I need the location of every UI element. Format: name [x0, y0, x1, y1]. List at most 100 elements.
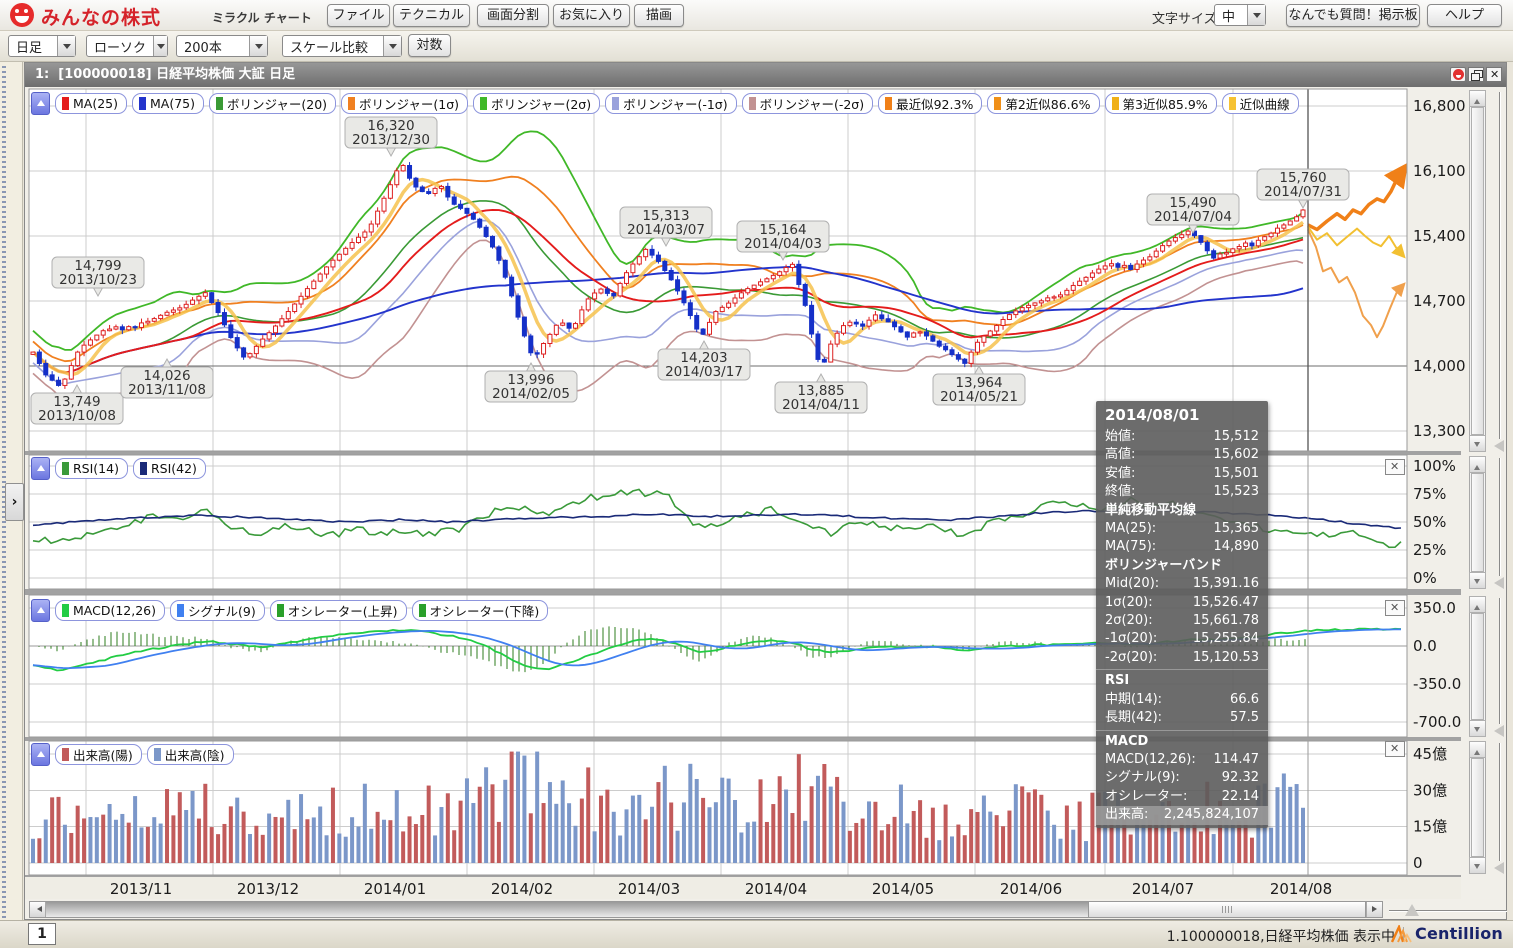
- scroll-up-icon[interactable]: [1469, 90, 1486, 107]
- indicator-chip[interactable]: RSI(14): [55, 458, 128, 479]
- scroll-down-icon[interactable]: [1469, 857, 1486, 874]
- minna-icon[interactable]: [1450, 67, 1466, 82]
- legend-label: オシレーター(下降): [430, 601, 540, 620]
- legend-label: 出来高(陽): [73, 745, 133, 764]
- svg-text:16,800: 16,800: [1413, 97, 1466, 115]
- indicator-chip[interactable]: 最近似92.3%: [878, 93, 982, 114]
- period-select[interactable]: 日足: [8, 35, 76, 57]
- volume-vertical-scrollbar[interactable]: [1469, 741, 1486, 874]
- close-rsi-panel-icon[interactable]: [1385, 459, 1405, 475]
- chart-window: 1: [100000018] 日経平均株価 大証 日足 14,7992013/1…: [24, 62, 1507, 920]
- bar-count-select[interactable]: 200本: [176, 35, 268, 57]
- crosshair-tooltip: 2014/08/01 始値:15,512高値:15,602安値:15,501終値…: [1096, 401, 1268, 828]
- chevron-down-icon[interactable]: [153, 36, 167, 56]
- collapse-panel-icon[interactable]: [31, 743, 50, 766]
- rsi-vertical-scrollbar[interactable]: [1469, 456, 1486, 589]
- close-macd-panel-icon[interactable]: [1385, 600, 1405, 616]
- scroll-down-icon[interactable]: [1469, 572, 1486, 589]
- scrollbar-thumb[interactable]: [1471, 107, 1484, 435]
- collapse-panel-icon[interactable]: [31, 457, 50, 480]
- scrollbar-thumb[interactable]: [1471, 473, 1484, 572]
- close-window-icon[interactable]: [1486, 67, 1502, 82]
- indicator-chip[interactable]: MA(75): [132, 93, 204, 114]
- tooltip-row: 長期(42):57.5: [1096, 709, 1268, 727]
- tooltip-row: オシレーター:22.14: [1096, 788, 1268, 806]
- indicator-chip[interactable]: RSI(42): [133, 458, 206, 479]
- menu-split-button[interactable]: 画面分割: [477, 4, 549, 27]
- svg-text:30億: 30億: [1413, 781, 1447, 799]
- svg-text:2014/08: 2014/08: [1270, 880, 1332, 898]
- menu-favorites-button[interactable]: お気に入り: [553, 4, 630, 27]
- legend-color-icon: [1229, 97, 1236, 110]
- svg-text:2014/03/07: 2014/03/07: [627, 222, 705, 238]
- log-scale-button[interactable]: 対数: [408, 34, 451, 57]
- scroll-down-icon[interactable]: [1469, 720, 1486, 737]
- main-scale-slider[interactable]: [1493, 90, 1507, 452]
- indicator-chip[interactable]: 第2近似86.6%: [987, 93, 1099, 114]
- scroll-left-icon[interactable]: [30, 902, 46, 917]
- scrollbar-thumb[interactable]: [1471, 613, 1484, 720]
- indicator-chip[interactable]: MA(25): [55, 93, 127, 114]
- menu-file-button[interactable]: ファイル: [327, 4, 390, 27]
- menu-technical-button[interactable]: テクニカル: [393, 4, 470, 27]
- collapse-panel-icon[interactable]: [31, 599, 50, 622]
- macd-scale-slider[interactable]: [1493, 596, 1507, 737]
- main-vertical-scrollbar[interactable]: [1469, 90, 1486, 452]
- indicator-chip[interactable]: ボリンジャー(1σ): [341, 93, 468, 114]
- legend-label: 出来高(陰): [165, 745, 225, 764]
- scrollbar-thumb[interactable]: [1471, 758, 1484, 857]
- chevron-down-icon[interactable]: [57, 36, 75, 56]
- zoom-slider-handle[interactable]: [1405, 904, 1419, 916]
- panel-expander-button[interactable]: ›: [5, 483, 24, 521]
- collapse-panel-icon[interactable]: [31, 92, 50, 115]
- rsi-scale-slider[interactable]: [1493, 456, 1507, 589]
- chevron-down-icon[interactable]: [1247, 5, 1265, 25]
- legend-label: ボリンジャー(2σ): [491, 94, 591, 113]
- qa-board-button[interactable]: なんでも質問！掲示板: [1286, 4, 1420, 27]
- restore-window-icon[interactable]: [1468, 67, 1484, 82]
- indicator-chip[interactable]: ボリンジャー(-2σ): [742, 93, 874, 114]
- scroll-up-icon[interactable]: [1469, 741, 1486, 758]
- help-button[interactable]: ヘルプ: [1427, 4, 1502, 27]
- volume-scale-slider[interactable]: [1493, 741, 1507, 874]
- scrollbar-track[interactable]: [46, 902, 1088, 917]
- svg-text:2014/03/17: 2014/03/17: [665, 364, 743, 380]
- zoom-slider[interactable]: [1389, 903, 1507, 917]
- indicator-chip[interactable]: ボリンジャー(-1σ): [605, 93, 737, 114]
- scale-compare-select[interactable]: スケール比較: [282, 35, 402, 57]
- font-size-select[interactable]: 中: [1214, 4, 1266, 26]
- indicator-chip[interactable]: 近似曲線: [1222, 93, 1299, 114]
- scroll-right-icon[interactable]: [1366, 902, 1382, 917]
- chart-type-select[interactable]: ローソク: [86, 35, 168, 57]
- indicator-chip[interactable]: 出来高(陽): [55, 744, 142, 765]
- legend-color-icon: [994, 97, 1001, 110]
- chevron-down-icon[interactable]: [249, 36, 267, 56]
- svg-text:2013/10/08: 2013/10/08: [38, 408, 116, 424]
- svg-text:2014/07/04: 2014/07/04: [1154, 209, 1232, 225]
- horizontal-scrollbar[interactable]: [29, 901, 1383, 918]
- scroll-down-icon[interactable]: [1469, 435, 1486, 452]
- svg-text:2014/03: 2014/03: [618, 880, 680, 898]
- close-volume-panel-icon[interactable]: [1385, 741, 1405, 757]
- menu-draw-button[interactable]: 描画: [634, 4, 684, 27]
- tooltip-row: 2σ(20):15,661.78: [1096, 612, 1268, 630]
- indicator-chip[interactable]: 第3近似85.9%: [1105, 93, 1217, 114]
- svg-text:100%: 100%: [1413, 457, 1456, 475]
- indicator-chip[interactable]: オシレーター(下降): [412, 600, 549, 621]
- legend-label: ボリンジャー(-2σ): [760, 94, 865, 113]
- macd-vertical-scrollbar[interactable]: [1469, 596, 1486, 737]
- indicator-chip[interactable]: ボリンジャー(20): [209, 93, 336, 114]
- indicator-chip[interactable]: シグナル(9): [170, 600, 265, 621]
- scroll-up-icon[interactable]: [1469, 456, 1486, 473]
- indicator-chip[interactable]: オシレーター(上昇): [270, 600, 407, 621]
- indicator-chip[interactable]: MACD(12,26): [55, 600, 165, 621]
- indicator-chip[interactable]: 出来高(陰): [147, 744, 234, 765]
- tooltip-section-header: MACD: [1096, 730, 1268, 751]
- svg-text:0.0: 0.0: [1413, 637, 1437, 655]
- chart-tab-1[interactable]: 1: [28, 923, 56, 945]
- chevron-down-icon[interactable]: [383, 36, 401, 56]
- scrollbar-thumb[interactable]: [1088, 902, 1366, 917]
- legend-label: 最近似92.3%: [896, 94, 973, 113]
- scroll-up-icon[interactable]: [1469, 596, 1486, 613]
- indicator-chip[interactable]: ボリンジャー(2σ): [473, 93, 600, 114]
